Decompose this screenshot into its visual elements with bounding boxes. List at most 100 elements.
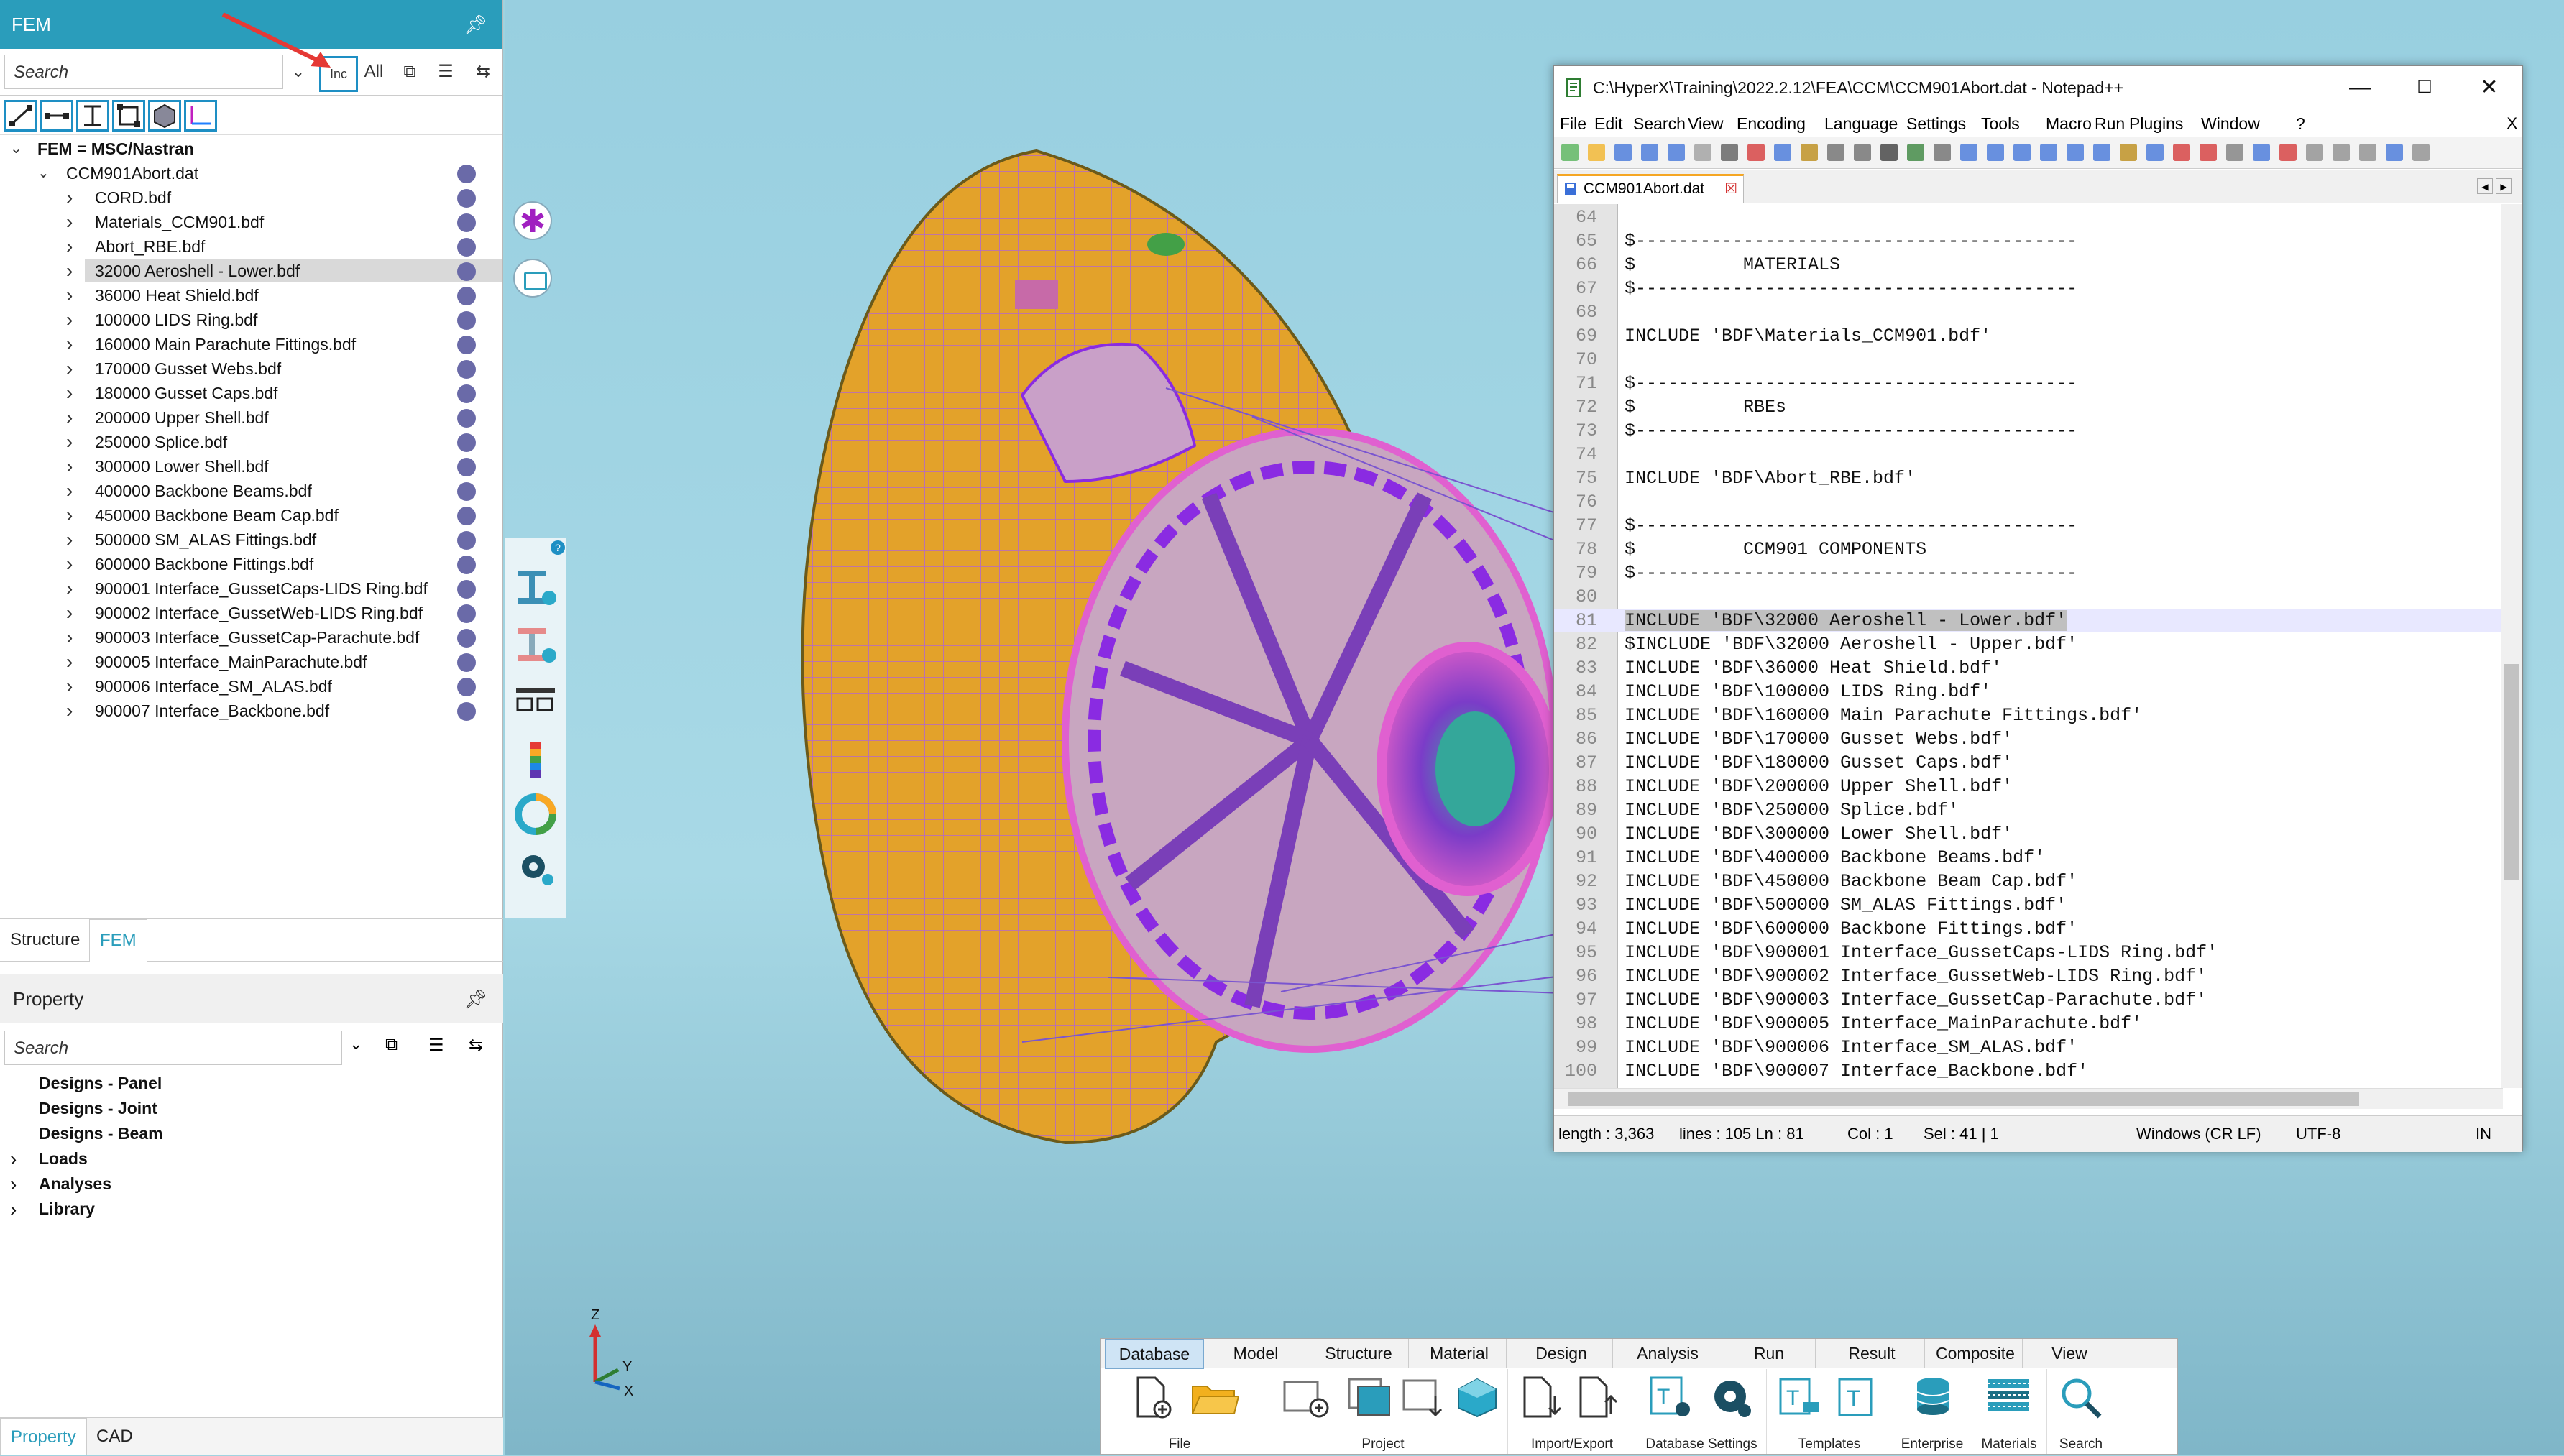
- chevron-right-icon[interactable]: ›: [66, 405, 73, 430]
- ribbon-tab[interactable]: Run: [1723, 1339, 1816, 1368]
- open-folder-icon[interactable]: [1190, 1375, 1240, 1419]
- code-line[interactable]: 81 INCLUDE 'BDF\32000 Aeroshell - Lower.b…: [1554, 609, 2503, 632]
- tree-item[interactable]: › 900007 Interface_Backbone.bdf: [0, 699, 503, 723]
- toolbar-button-icon[interactable]: [2253, 144, 2270, 161]
- coordinate-system-icon[interactable]: [184, 100, 217, 132]
- template-settings-icon[interactable]: T: [1647, 1375, 1697, 1419]
- help-icon[interactable]: ?: [551, 540, 565, 555]
- menu-item[interactable]: ?: [2296, 111, 2305, 137]
- tree-icon[interactable]: ☰: [433, 56, 459, 88]
- cube-icon[interactable]: [1453, 1375, 1503, 1419]
- visibility-dot-icon[interactable]: [457, 409, 476, 428]
- menu-item[interactable]: Tools: [1981, 111, 2020, 137]
- snap-icon[interactable]: ✱: [513, 201, 552, 240]
- import-icon[interactable]: [1517, 1375, 1568, 1419]
- toolbar-button-icon[interactable]: [2067, 144, 2084, 161]
- code-line[interactable]: 83 INCLUDE 'BDF\36000 Heat Shield.bdf': [1554, 656, 2503, 680]
- ribbon-tab[interactable]: Composite: [1929, 1339, 2023, 1368]
- chevron-right-icon[interactable]: ›: [66, 185, 73, 210]
- swap-icon[interactable]: ⇆: [470, 56, 496, 88]
- settings-gear-icon[interactable]: [512, 847, 559, 890]
- swap-icon[interactable]: ⇆: [469, 1035, 483, 1056]
- visibility-dot-icon[interactable]: [457, 311, 476, 330]
- toolbar-button-icon[interactable]: [1747, 144, 1765, 161]
- chevron-right-icon[interactable]: ›: [66, 479, 73, 503]
- visibility-dot-icon[interactable]: [457, 629, 476, 648]
- toolbar-button-icon[interactable]: [1641, 144, 1658, 161]
- ribbon-tab[interactable]: Result: [1819, 1339, 1925, 1368]
- visibility-dot-icon[interactable]: [457, 458, 476, 476]
- menu-item[interactable]: Search: [1633, 111, 1686, 137]
- visibility-dot-icon[interactable]: [457, 653, 476, 672]
- toolbar-button-icon[interactable]: [1614, 144, 1632, 161]
- ribbon-tab[interactable]: Material: [1412, 1339, 1507, 1368]
- code-line[interactable]: 94 INCLUDE 'BDF\600000 Backbone Fittings.…: [1554, 917, 2503, 941]
- chevron-right-icon[interactable]: ›: [66, 381, 73, 405]
- code-line[interactable]: 70: [1554, 348, 2503, 372]
- chevron-right-icon[interactable]: ›: [66, 283, 73, 308]
- chevron-right-icon[interactable]: ›: [66, 552, 73, 576]
- toolbar-button-icon[interactable]: [2279, 144, 2297, 161]
- code-line[interactable]: 98 INCLUDE 'BDF\900005 Interface_MainPara…: [1554, 1012, 2503, 1036]
- chevron-right-icon[interactable]: ›: [66, 699, 73, 723]
- tree-item[interactable]: › 180000 Gusset Caps.bdf: [0, 381, 503, 405]
- tree-item[interactable]: › 900001 Interface_GussetCaps-LIDS Ring.b…: [0, 576, 503, 601]
- tree-item[interactable]: › 170000 Gusset Webs.bdf: [0, 356, 503, 381]
- tab-scroll-left-icon[interactable]: ◀: [2477, 178, 2493, 194]
- code-line[interactable]: 78 $ CCM901 COMPONENTS: [1554, 538, 2503, 561]
- chevron-right-icon[interactable]: ›: [66, 234, 73, 259]
- visibility-dot-icon[interactable]: [457, 678, 476, 696]
- toolbar-button-icon[interactable]: [2173, 144, 2190, 161]
- toolbar-button-icon[interactable]: [1801, 144, 1818, 161]
- chevron-right-icon[interactable]: ›: [66, 527, 73, 552]
- tab-scroll-right-icon[interactable]: ▶: [2496, 178, 2512, 194]
- chevron-right-icon[interactable]: ›: [66, 625, 73, 650]
- tab-structure[interactable]: Structure: [0, 919, 90, 961]
- toolbar-button-icon[interactable]: [1960, 144, 1977, 161]
- toolbar-button-icon[interactable]: [1880, 144, 1898, 161]
- project-import-icon[interactable]: [1400, 1375, 1450, 1419]
- tree-icon[interactable]: ☰: [428, 1035, 444, 1056]
- menu-item[interactable]: Edit: [1594, 111, 1623, 137]
- code-line[interactable]: 67 $-------------------------------------…: [1554, 277, 2503, 300]
- horizontal-scrollbar[interactable]: [1554, 1088, 2503, 1109]
- code-line[interactable]: 72 $ RBEs: [1554, 395, 2503, 419]
- menu-item[interactable]: Language: [1824, 111, 1898, 137]
- toolbar-button-icon[interactable]: [1561, 144, 1579, 161]
- visibility-dot-icon[interactable]: [457, 287, 476, 305]
- code-line[interactable]: 69 INCLUDE 'BDF\Materials_CCM901.bdf': [1554, 324, 2503, 348]
- tree-item[interactable]: › Materials_CCM901.bdf: [0, 210, 503, 234]
- menu-item[interactable]: View: [1688, 111, 1723, 137]
- menu-item[interactable]: Settings: [1906, 111, 1966, 137]
- toolbar-button-icon[interactable]: [2359, 144, 2376, 161]
- toolbar-button-icon[interactable]: [2226, 144, 2243, 161]
- tree-item[interactable]: › 900006 Interface_SM_ALAS.bdf: [0, 674, 503, 699]
- tree-item[interactable]: › 400000 Backbone Beams.bdf: [0, 479, 503, 503]
- toolbar-button-icon[interactable]: [1987, 144, 2004, 161]
- export-icon[interactable]: [1573, 1375, 1624, 1419]
- tree-item[interactable]: › 36000 Heat Shield.bdf: [0, 283, 503, 308]
- toolbar-button-icon[interactable]: [2093, 144, 2110, 161]
- ribbon-tab[interactable]: Structure: [1309, 1339, 1409, 1368]
- code-line[interactable]: 73 $-------------------------------------…: [1554, 419, 2503, 443]
- tab-cad[interactable]: CAD: [86, 1418, 143, 1455]
- code-line[interactable]: 65 $-------------------------------------…: [1554, 229, 2503, 253]
- chevron-down-icon[interactable]: ⌄: [10, 137, 22, 161]
- property-tree-item[interactable]: › Loads: [0, 1146, 503, 1171]
- chevron-right-icon[interactable]: ›: [66, 356, 73, 381]
- toolbar-button-icon[interactable]: [1721, 144, 1738, 161]
- code-line[interactable]: 86 INCLUDE 'BDF\170000 Gusset Webs.bdf': [1554, 727, 2503, 751]
- toolbar-button-icon[interactable]: [1854, 144, 1871, 161]
- ribbon-tab[interactable]: View: [2026, 1339, 2113, 1368]
- toolbar-button-icon[interactable]: [1694, 144, 1711, 161]
- visibility-dot-icon[interactable]: [457, 384, 476, 403]
- menu-item[interactable]: Macro: [2046, 111, 2092, 137]
- code-line[interactable]: 74: [1554, 443, 2503, 466]
- toolbar-button-icon[interactable]: [2333, 144, 2350, 161]
- view-box-icon[interactable]: [513, 259, 552, 298]
- solid-element-icon[interactable]: [148, 100, 181, 132]
- code-line[interactable]: 95 INCLUDE 'BDF\900001 Interface_GussetCa…: [1554, 941, 2503, 964]
- chevron-right-icon[interactable]: ›: [66, 601, 73, 625]
- maximize-button[interactable]: ☐: [2392, 66, 2457, 109]
- section-check-icon[interactable]: [512, 624, 559, 667]
